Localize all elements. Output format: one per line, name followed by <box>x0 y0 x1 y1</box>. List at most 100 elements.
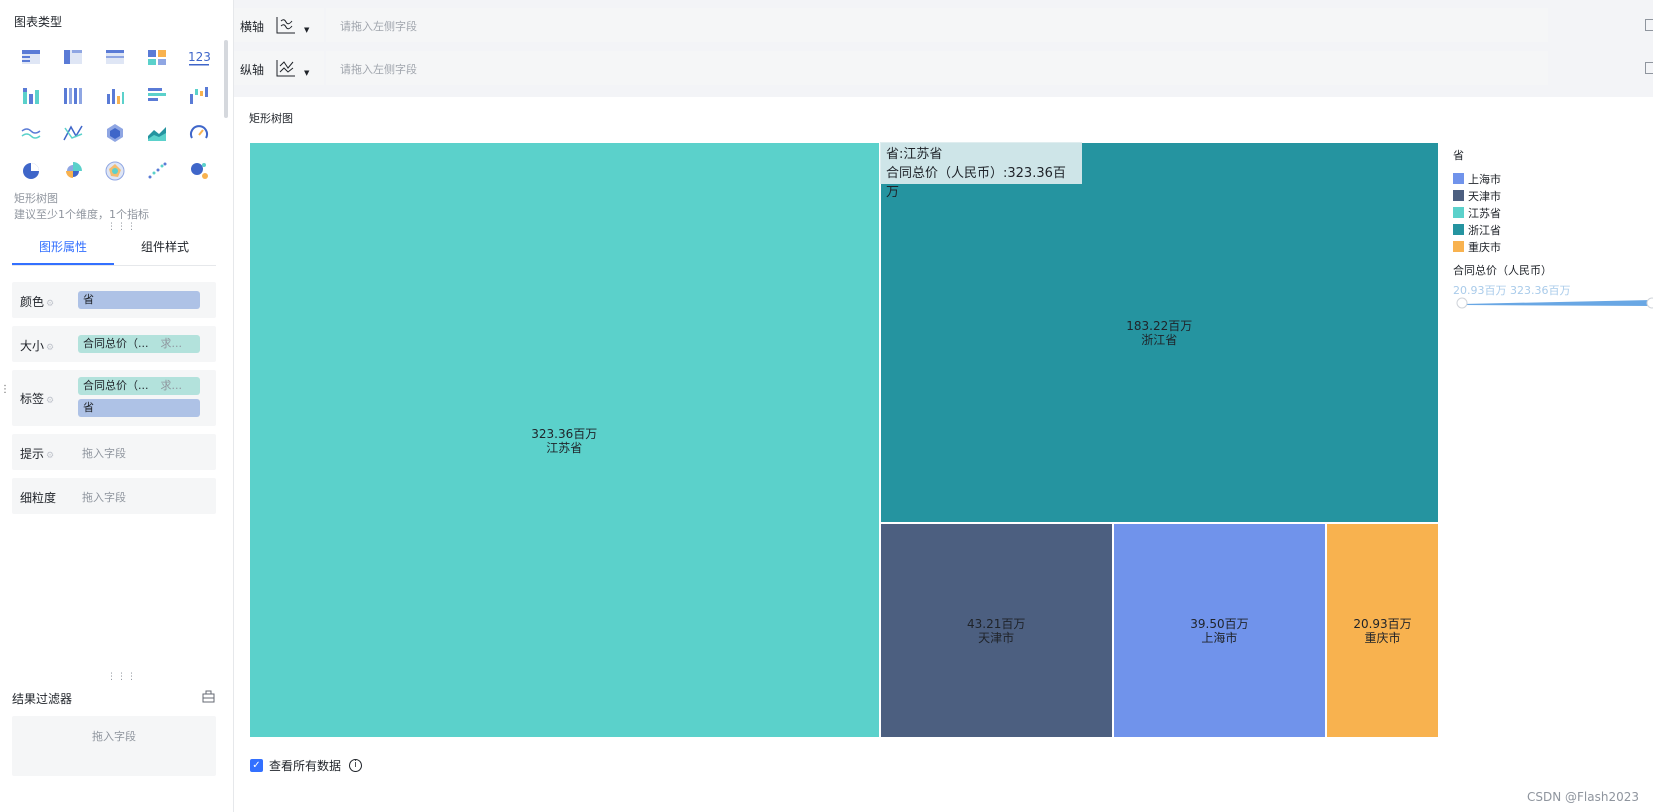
area-chart-icon[interactable] <box>136 114 178 152</box>
slider-max-handle[interactable] <box>1646 297 1653 309</box>
x-axis-sort-icon[interactable] <box>274 13 298 37</box>
waterfall-chart-icon[interactable] <box>178 76 220 114</box>
dual-axis-line-icon[interactable] <box>52 114 94 152</box>
color-property-row[interactable]: 颜色 ⚙ 省 <box>12 282 216 318</box>
label-dimension-name: 省 <box>83 401 94 414</box>
y-axis-label: 纵轴 <box>240 63 265 77</box>
chart-tooltip: 省:江苏省 合同总价（人民币）:323.36百万 <box>880 142 1082 200</box>
scatter-chart-icon[interactable] <box>136 152 178 190</box>
gear-icon[interactable]: ⚙ <box>46 396 54 406</box>
granularity-property-row[interactable]: 细粒度 拖入字段 <box>12 478 216 514</box>
treemap-chart: 323.36百万 江苏省 183.22百万 浙江省 43.21百万 天津市 39.50百万上… <box>249 142 1439 738</box>
pie-chart-icon[interactable] <box>10 152 52 190</box>
rose-chart-icon[interactable] <box>52 152 94 190</box>
x-axis-placeholder: 请拖入左侧字段 <box>340 20 417 33</box>
view-all-data-label[interactable]: 查看所有数据 <box>269 757 341 774</box>
label-dimension-pill[interactable]: 省 <box>78 399 200 417</box>
tile-name-label: 江苏省 <box>546 441 583 455</box>
tooltip-drop-hint: 拖入字段 <box>82 447 126 460</box>
legend-item[interactable]: 上海市 <box>1453 170 1501 187</box>
y-axis-placeholder: 请拖入左侧字段 <box>340 63 417 76</box>
selected-chart-hint: 建议至少1个维度，1个指标 <box>14 208 149 221</box>
tooltip-line-dimension: 省:江苏省 <box>886 147 943 162</box>
size-field-pill[interactable]: 合同总价（... 求... <box>78 335 200 353</box>
treemap-tile[interactable]: 43.21百万 天津市 <box>879 522 1113 738</box>
filter-drop-hint: 拖入字段 <box>92 730 136 743</box>
radar-chart-icon[interactable] <box>94 152 136 190</box>
x-axis-caret-icon[interactable]: ▼ <box>304 26 309 34</box>
label-property-row[interactable]: 标签 ⚙ 合同总价（... 求... 省 <box>12 370 216 426</box>
granularity-drop-hint: 拖入字段 <box>82 491 126 504</box>
legend-item[interactable]: 江苏省 <box>1453 204 1501 221</box>
legend-swatch <box>1453 190 1464 201</box>
y-axis-dropzone[interactable]: 请拖入左侧字段 <box>326 51 1548 85</box>
gear-icon[interactable]: ⚙ <box>46 343 54 353</box>
collapse-handle-icon[interactable]: ⋮ <box>0 384 10 395</box>
table-icon[interactable] <box>10 38 52 76</box>
treemap-tile-label: 39.50百万 上海市 <box>1114 617 1325 645</box>
size-legend-slider[interactable] <box>1456 297 1653 309</box>
percent-column-icon[interactable] <box>52 76 94 114</box>
tooltip-property-row[interactable]: 提示 ⚙ 拖入字段 <box>12 434 216 470</box>
y-axis-label-box[interactable]: 纵轴 ▼ <box>234 51 324 85</box>
resize-handle-icon[interactable]: ⋮⋮⋮ <box>107 672 137 682</box>
property-tabs: 图形属性 组件样式 <box>12 230 216 266</box>
y-axis-settings-icon[interactable] <box>1645 62 1653 74</box>
tab-component-style[interactable]: 组件样式 <box>114 230 216 265</box>
x-axis-label-box[interactable]: 横轴 ▼ <box>234 8 324 42</box>
tile-name-label: 天津市 <box>978 631 1015 646</box>
column-chart-icon[interactable] <box>94 76 136 114</box>
granularity-property-label: 细粒度 <box>20 491 57 505</box>
gear-icon[interactable]: ⚙ <box>46 299 54 309</box>
x-axis-dropzone[interactable]: 请拖入左侧字段 <box>326 8 1548 42</box>
tile-value-label: 323.36百万 <box>531 427 598 441</box>
legend-swatch <box>1453 224 1464 235</box>
legend-item[interactable]: 浙江省 <box>1453 221 1501 238</box>
y-axis-caret-icon[interactable]: ▼ <box>304 69 309 77</box>
label-aggregation[interactable]: 求... <box>161 377 183 395</box>
label-measure-name: 合同总价（... <box>83 379 149 392</box>
tile-name-label: 重庆市 <box>1364 631 1401 646</box>
legend-swatch <box>1453 207 1464 218</box>
x-axis-settings-icon[interactable] <box>1645 19 1653 31</box>
filter-settings-icon[interactable] <box>202 690 215 703</box>
treemap-tile-label: 20.93百万 重庆市 <box>1327 617 1438 645</box>
legend-item[interactable]: 重庆市 <box>1453 238 1501 255</box>
cross-table-icon[interactable] <box>52 38 94 76</box>
slider-min-handle[interactable] <box>1456 297 1468 309</box>
kpi-number-icon[interactable]: 123 <box>178 38 220 76</box>
color-field-pill[interactable]: 省 <box>78 291 200 309</box>
label-property-label: 标签 <box>20 392 45 406</box>
gear-icon[interactable]: ⚙ <box>46 451 54 461</box>
tile-name-label: 浙江省 <box>1141 333 1178 348</box>
treemap-tile[interactable]: 323.36百万 江苏省 <box>249 142 880 738</box>
size-aggregation[interactable]: 求... <box>161 335 183 353</box>
bar-chart-icon[interactable] <box>136 76 178 114</box>
chart-type-scrollbar[interactable] <box>224 40 228 118</box>
line-chart-icon[interactable] <box>10 114 52 152</box>
tile-name-label: 上海市 <box>1201 631 1238 646</box>
tile-value-label: 39.50百万 <box>1190 617 1249 632</box>
result-filter-dropzone[interactable]: 拖入字段 <box>12 716 216 776</box>
size-field-name: 合同总价（... <box>83 337 149 350</box>
view-all-data-row: ✓ 查看所有数据 i <box>250 757 363 774</box>
info-icon[interactable]: i <box>349 759 363 772</box>
treemap-tile[interactable]: 39.50百万 上海市 <box>1112 522 1327 738</box>
chart-card: 矩形树图 323.36百万 江苏省 183.22百万 浙江省 43.21百万 天津市 39.… <box>234 97 1653 812</box>
y-axis-sort-icon[interactable] <box>274 56 298 80</box>
tab-graphic-properties[interactable]: 图形属性 <box>12 230 114 265</box>
legend-swatch <box>1453 241 1464 252</box>
tile-value-label: 183.22百万 <box>1126 319 1193 334</box>
bubble-chart-icon[interactable] <box>178 152 220 190</box>
treemap-tile[interactable]: 20.93百万 重庆市 <box>1326 522 1439 738</box>
grouped-table-icon[interactable] <box>136 38 178 76</box>
legend-item[interactable]: 天津市 <box>1453 187 1501 204</box>
stacked-column-icon[interactable] <box>10 76 52 114</box>
detail-table-icon[interactable] <box>94 38 136 76</box>
polygon-icon[interactable] <box>94 114 136 152</box>
app: 图表类型 123 矩形树图 建议至少1个维度，1个指标 ⋮⋮⋮ 图形属性 组件样… <box>0 0 1653 812</box>
size-property-row[interactable]: 大小 ⚙ 合同总价（... 求... <box>12 326 216 362</box>
view-all-data-checkbox[interactable]: ✓ <box>250 759 263 772</box>
gauge-icon[interactable] <box>178 114 220 152</box>
label-measure-pill[interactable]: 合同总价（... 求... <box>78 377 200 395</box>
